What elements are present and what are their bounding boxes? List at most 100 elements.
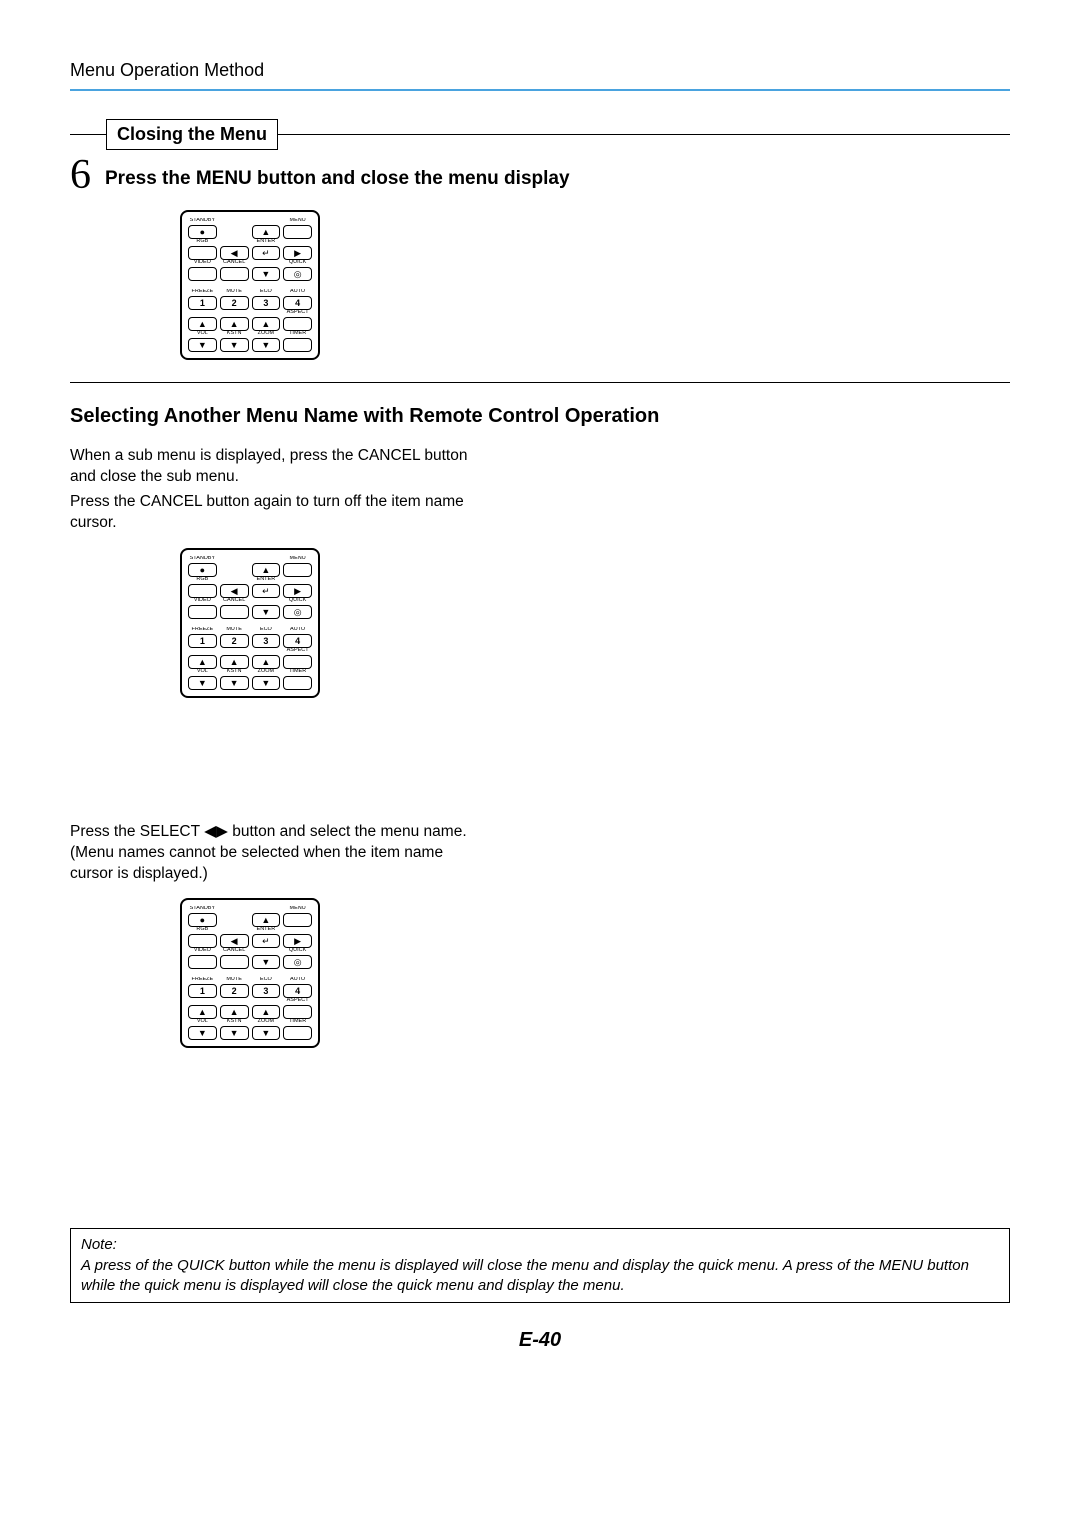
quick-button: ◎ — [283, 267, 312, 281]
page-header: Menu Operation Method — [70, 60, 1010, 81]
left-button: ◀ — [220, 584, 249, 598]
zoom-up-button: ▲ — [252, 317, 281, 331]
page-number: E-40 — [70, 1329, 1010, 1352]
header-rule — [70, 89, 1010, 91]
num-4-icon: 4 — [295, 298, 300, 308]
down-arrow-icon: ▼ — [261, 677, 270, 689]
remote-illustration-1: STANDBY MENU ● ▲ RGB ENTER ◀ ↵ ▶ VIDEO C… — [180, 210, 1010, 360]
down-button: ▼ — [252, 267, 281, 281]
cancel-label: CANCEL — [220, 948, 249, 955]
blank-label — [252, 218, 281, 225]
standby-label: STANDBY — [188, 556, 217, 563]
menu-label: MENU — [283, 906, 312, 913]
eco-label: ECO — [252, 977, 281, 984]
blank-cell — [220, 913, 249, 927]
document-page: Menu Operation Method Closing the Menu 6… — [0, 0, 1080, 1392]
para-3: Press the SELECT ◀▶ button and select th… — [70, 822, 490, 885]
blank-label — [220, 577, 249, 584]
num-4-icon: 4 — [295, 635, 300, 647]
zoom-label: ZOOM — [252, 331, 281, 338]
auto-label: AUTO — [283, 627, 312, 634]
eco-label: ECO — [252, 627, 281, 634]
timer-button — [283, 1026, 312, 1040]
quick-icon: ◎ — [294, 956, 302, 968]
blank-cell — [220, 563, 249, 577]
blank-label — [283, 239, 312, 246]
down-arrow-icon: ▼ — [198, 677, 207, 689]
note-label: Note: — [81, 1235, 999, 1255]
eco-button: 3 — [252, 984, 281, 998]
body-column: When a sub menu is displayed, press the … — [70, 446, 490, 1048]
separator — [188, 969, 312, 977]
blank-label — [283, 577, 312, 584]
freeze-label: FREEZE — [188, 627, 217, 634]
remote-illustration-3: STANDBY MENU ● ▲ RGB ENTER ◀ ↵ ▶ VIDEO C… — [180, 898, 490, 1048]
rule-left — [70, 134, 106, 135]
menu-button — [283, 913, 312, 927]
menu-label: MENU — [283, 556, 312, 563]
mute-label: MUTE — [220, 627, 249, 634]
kstn-up-button: ▲ — [220, 317, 249, 331]
enter-label: ENTER — [252, 927, 281, 934]
up-arrow-icon: ▲ — [261, 1006, 270, 1018]
remote-control-diagram: STANDBY MENU ● ▲ RGB ENTER ◀ ↵ ▶ VIDEO C… — [180, 548, 320, 698]
freeze-button: 1 — [188, 984, 217, 998]
up-arrow-icon: ▲ — [230, 656, 239, 668]
num-1-icon: 1 — [200, 635, 205, 647]
down-arrow-icon: ▼ — [230, 1027, 239, 1039]
quick-label: QUICK — [283, 948, 312, 955]
down-arrow-icon: ▼ — [198, 340, 207, 350]
video-label: VIDEO — [188, 260, 217, 267]
note-box: Note: A press of the QUICK button while … — [70, 1228, 1010, 1303]
mute-label: MUTE — [220, 289, 249, 296]
quick-label: QUICK — [283, 598, 312, 605]
num-1-icon: 1 — [200, 298, 205, 308]
aspect-label: ASPECT — [283, 648, 312, 655]
up-arrow-icon: ▲ — [230, 319, 239, 329]
auto-button: 4 — [283, 296, 312, 310]
right-button: ▶ — [283, 246, 312, 260]
enter-button: ↵ — [252, 584, 281, 598]
video-label: VIDEO — [188, 598, 217, 605]
right-button: ▶ — [283, 934, 312, 948]
vol-up-button: ▲ — [188, 1005, 217, 1019]
kstn-label: KSTN — [220, 331, 249, 338]
down-arrow-icon: ▼ — [261, 606, 270, 618]
dot-icon: ● — [200, 564, 205, 576]
num-3-icon: 3 — [263, 298, 268, 308]
freeze-label: FREEZE — [188, 289, 217, 296]
blank-label — [252, 260, 281, 267]
cancel-label: CANCEL — [220, 598, 249, 605]
zoom-label: ZOOM — [252, 669, 281, 676]
blank-label — [283, 927, 312, 934]
quick-icon: ◎ — [294, 269, 302, 280]
enter-button: ↵ — [252, 934, 281, 948]
blank-label — [188, 998, 217, 1005]
timer-label: TIMER — [283, 1019, 312, 1026]
kstn-label: KSTN — [220, 669, 249, 676]
blank-label — [220, 998, 249, 1005]
blank-label — [220, 556, 249, 563]
left-arrow-icon: ◀ — [231, 585, 238, 597]
blank-label — [188, 310, 217, 317]
enter-button: ↵ — [252, 246, 281, 260]
freeze-button: 1 — [188, 296, 217, 310]
cancel-button — [220, 605, 249, 619]
standby-button: ● — [188, 563, 217, 577]
kstn-down-button: ▼ — [220, 1026, 249, 1040]
remote-control-diagram: STANDBY MENU ● ▲ RGB ENTER ◀ ↵ ▶ VIDEO C… — [180, 898, 320, 1048]
timer-button — [283, 676, 312, 690]
left-button: ◀ — [220, 934, 249, 948]
auto-label: AUTO — [283, 289, 312, 296]
num-4-icon: 4 — [295, 985, 300, 997]
remote-control-diagram: STANDBY MENU ● ▲ RGB ENTER ◀ ↵ ▶ VIDEO C… — [180, 210, 320, 360]
vol-label: VOL — [188, 331, 217, 338]
vol-up-button: ▲ — [188, 317, 217, 331]
up-arrow-icon: ▲ — [198, 319, 207, 329]
blank-label — [252, 598, 281, 605]
right-button: ▶ — [283, 584, 312, 598]
dot-icon: ● — [200, 914, 205, 926]
selecting-section-title: Selecting Another Menu Name with Remote … — [70, 405, 1010, 428]
up-button: ▲ — [252, 225, 281, 239]
closing-menu-box-title: Closing the Menu — [106, 119, 278, 150]
